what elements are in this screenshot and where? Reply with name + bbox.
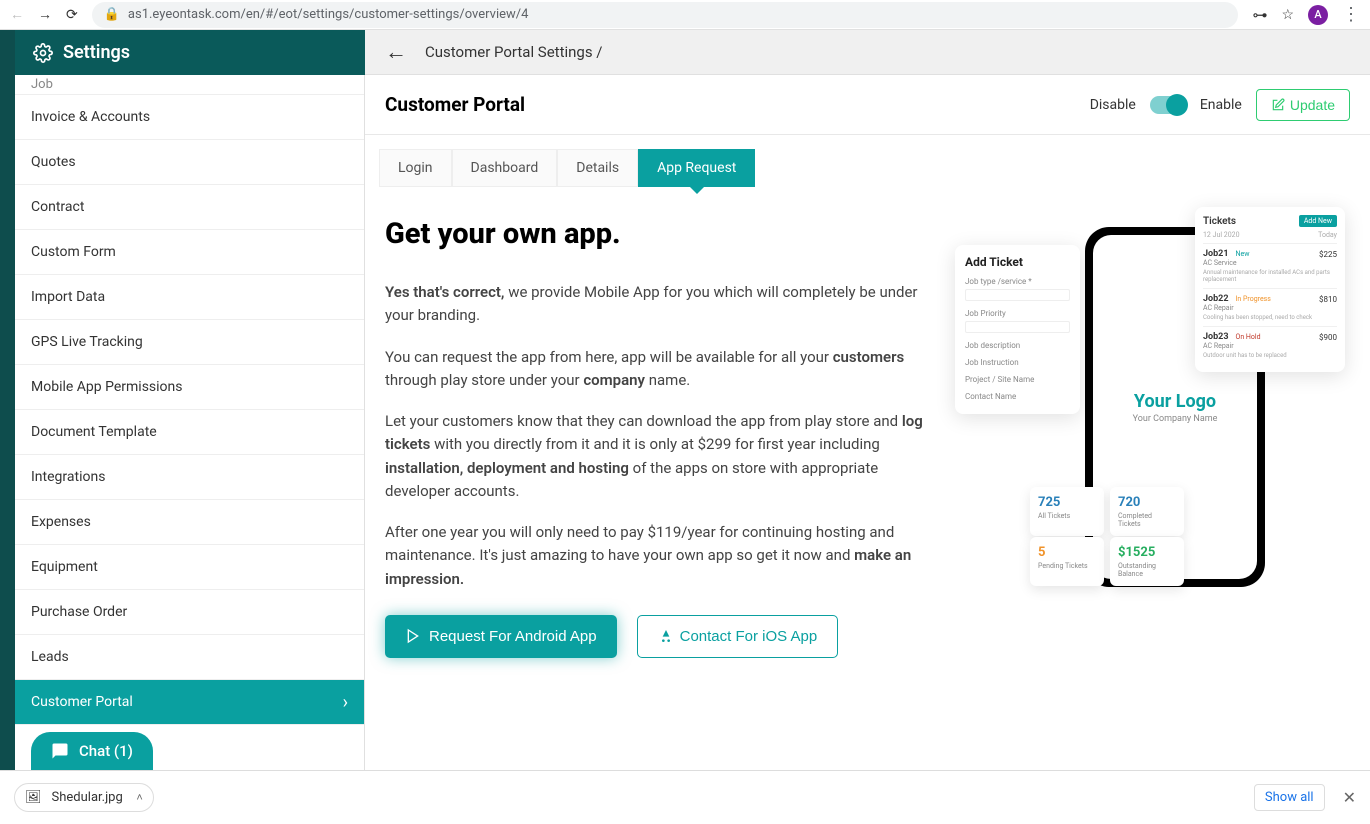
chevron-up-icon[interactable]: ˄ <box>136 791 142 804</box>
profile-avatar[interactable]: A <box>1308 5 1328 25</box>
phone-logo: Your Logo <box>1134 391 1216 412</box>
sidebar-item-integrations[interactable]: Integrations <box>15 455 364 500</box>
phone-subtitle: Your Company Name <box>1133 414 1218 424</box>
download-item[interactable]: 🖼 Shedular.jpg ˄ <box>14 783 154 812</box>
show-all-button[interactable]: Show all <box>1254 784 1325 811</box>
sidebar-header: Settings <box>15 30 365 75</box>
tab-app-request[interactable]: App Request <box>638 149 755 187</box>
sidebar-item-leads[interactable]: Leads <box>15 635 364 680</box>
breadcrumb: Customer Portal Settings / <box>425 43 603 61</box>
stats-card: 725All Tickets 720Completed Tickets <box>1030 487 1184 536</box>
lock-icon: 🔒 <box>104 7 120 22</box>
download-bar: 🖼 Shedular.jpg ˄ Show all ✕ <box>0 770 1370 824</box>
nav-back-icon[interactable]: ← <box>10 6 24 23</box>
sidebar-item-purchase-order[interactable]: Purchase Order <box>15 590 364 635</box>
enable-toggle[interactable] <box>1150 96 1186 114</box>
content-column: Get your own app. Yes that's correct, we… <box>385 217 930 740</box>
sidebar-item-import[interactable]: Import Data <box>15 275 364 320</box>
sidebar-item-expenses[interactable]: Expenses <box>15 500 364 545</box>
request-android-button[interactable]: Request For Android App <box>385 615 617 658</box>
app-store-icon <box>658 628 674 644</box>
nav-reload-icon[interactable]: ⟳ <box>66 7 78 23</box>
main-content: ← Customer Portal Settings / Customer Po… <box>365 30 1370 770</box>
chat-button[interactable]: Chat (1) <box>31 732 153 770</box>
top-bar: ← Customer Portal Settings / <box>365 30 1370 75</box>
url-bar[interactable]: 🔒 as1.eyeontask.com/en/#/eot/settings/cu… <box>92 2 1239 28</box>
para-2: You can request the app from here, app w… <box>385 346 930 393</box>
key-icon[interactable]: ⊶ <box>1252 6 1267 24</box>
sidebar-item-job[interactable]: Job <box>15 75 364 95</box>
sidebar-item-doc-template[interactable]: Document Template <box>15 410 364 455</box>
file-icon: 🖼 <box>25 790 42 805</box>
play-store-icon <box>405 628 421 644</box>
nav-forward-icon[interactable]: → <box>38 6 52 23</box>
chat-label: Chat (1) <box>79 742 133 760</box>
enable-label: Enable <box>1200 97 1242 113</box>
page-title: Customer Portal <box>385 93 525 116</box>
settings-sidebar: Settings Job Invoice & Accounts Quotes C… <box>15 30 365 770</box>
sidebar-item-contract[interactable]: Contract <box>15 185 364 230</box>
tabs: Login Dashboard Details App Request <box>365 135 1370 187</box>
tab-dashboard[interactable]: Dashboard <box>452 149 558 187</box>
sidebar-list: Job Invoice & Accounts Quotes Contract C… <box>15 75 365 770</box>
tickets-card: TicketsAdd New 12 Jul 2020Today Job21New… <box>1195 207 1345 372</box>
contact-ios-button[interactable]: Contact For iOS App <box>637 615 839 658</box>
sidebar-item-mobile-perms[interactable]: Mobile App Permissions <box>15 365 364 410</box>
download-filename: Shedular.jpg <box>52 790 123 805</box>
sidebar-title: Settings <box>63 42 130 63</box>
headline: Get your own app. <box>385 217 930 251</box>
browser-menu-icon[interactable]: ⋮ <box>1342 4 1360 25</box>
sidebar-item-equipment[interactable]: Equipment <box>15 545 364 590</box>
update-button[interactable]: Update <box>1256 89 1350 121</box>
app-rail <box>0 30 15 770</box>
sidebar-item-quotes[interactable]: Quotes <box>15 140 364 185</box>
star-icon[interactable]: ☆ <box>1281 7 1294 23</box>
chat-icon <box>51 742 69 760</box>
para-4: After one year you will only need to pay… <box>385 521 930 591</box>
url-text: as1.eyeontask.com/en/#/eot/settings/cust… <box>128 7 529 22</box>
gear-icon <box>33 43 53 63</box>
disable-label: Disable <box>1090 97 1136 113</box>
para-3: Let your customers know that they can do… <box>385 410 930 503</box>
tab-details[interactable]: Details <box>557 149 638 187</box>
para-1: Yes that's correct, we provide Mobile Ap… <box>385 281 930 328</box>
sidebar-item-gps[interactable]: GPS Live Tracking <box>15 320 364 365</box>
edit-icon <box>1271 98 1285 112</box>
stats-card-2: 5Pending Tickets $1525Outstanding Balanc… <box>1030 537 1184 586</box>
tab-login[interactable]: Login <box>379 149 452 187</box>
back-arrow-icon[interactable]: ← <box>385 39 407 65</box>
add-ticket-card: Add Ticket Job type /service * Job Prior… <box>955 245 1080 414</box>
page-header: Customer Portal Disable Enable Update <box>365 75 1370 135</box>
browser-chrome: ← → ⟳ 🔒 as1.eyeontask.com/en/#/eot/setti… <box>0 0 1370 30</box>
mockup-illustration: Your Logo Your Company Name Add Ticket J… <box>950 217 1350 740</box>
sidebar-item-invoice[interactable]: Invoice & Accounts <box>15 95 364 140</box>
sidebar-item-customer-portal[interactable]: Customer Portal <box>15 680 364 725</box>
sidebar-item-custom-form[interactable]: Custom Form <box>15 230 364 275</box>
close-icon[interactable]: ✕ <box>1343 788 1356 807</box>
